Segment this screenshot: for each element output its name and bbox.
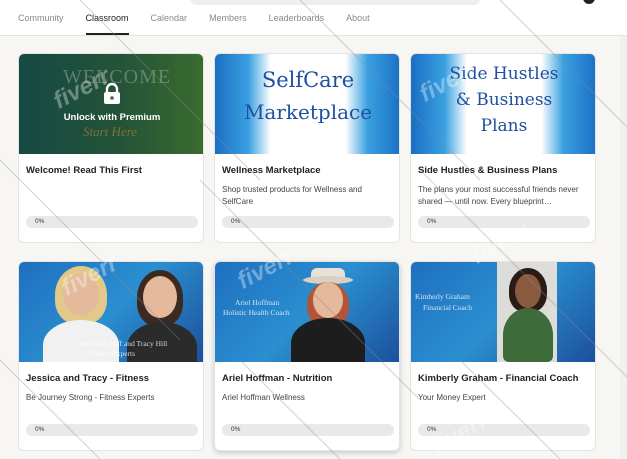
tab-leaderboards[interactable]: Leaderboards (269, 13, 325, 36)
course-card-welcome[interactable]: WELCOME Start Here Unlock with Premium W… (18, 53, 204, 243)
progress-label: 0% (35, 426, 45, 433)
course-card-ariel-hoffman[interactable]: Ariel Hoffman Holistic Health Coach Arie… (214, 261, 400, 451)
course-description: The plans your most successful friends n… (418, 185, 579, 206)
course-cover: Side Hustles & Business Plans (411, 54, 595, 154)
tab-community[interactable]: Community (18, 13, 64, 36)
progress-label: 0% (35, 218, 45, 225)
progress-bar: 0% (222, 424, 394, 436)
progress-label: 0% (427, 218, 437, 225)
person-photo (503, 308, 553, 362)
cover-caption: Financial Coach (423, 303, 472, 312)
person-photo (515, 274, 541, 308)
nav-tabs: Community Classroom Calendar Members Lea… (18, 13, 392, 36)
person-photo (63, 274, 99, 316)
course-title: Wellness Marketplace (222, 165, 321, 176)
progress-bar: 0% (26, 424, 198, 436)
course-card-wellness-marketplace[interactable]: SelfCare Marketplace Wellness Marketplac… (214, 53, 400, 243)
progress-bar: 0% (418, 424, 590, 436)
cover-title-line: Marketplace (243, 100, 373, 124)
top-navigation-bar: Community Classroom Calendar Members Lea… (0, 0, 627, 36)
tab-members[interactable]: Members (209, 13, 247, 36)
cover-title-line: SelfCare (261, 68, 355, 92)
course-title: Kimberly Graham - Financial Coach (418, 373, 579, 384)
progress-label: 0% (231, 218, 241, 225)
avatar[interactable] (583, 0, 595, 4)
course-title: Jessica and Tracy - Fitness (26, 373, 150, 384)
course-cover: Kimberly Graham Financial Coach (411, 262, 595, 362)
cover-caption: Kimberly Graham (415, 292, 470, 301)
course-title: Ariel Hoffman - Nutrition (222, 373, 333, 384)
cover-caption: Fitness Experts (89, 349, 136, 358)
course-card-kimberly-graham[interactable]: Kimberly Graham Financial Coach Kimberly… (410, 261, 596, 451)
course-description: Your Money Expert (418, 393, 486, 402)
course-title: Welcome! Read This First (26, 165, 142, 176)
course-description: Ariel Hoffman Wellness (222, 393, 305, 402)
progress-label: 0% (427, 426, 437, 433)
progress-label: 0% (231, 426, 241, 433)
tab-about[interactable]: About (346, 13, 370, 36)
person-photo (291, 318, 365, 362)
person-photo (143, 276, 177, 318)
course-card-jessica-tracy[interactable]: Jessica McNiff and Tracy Hill Fitness Ex… (18, 261, 204, 451)
progress-bar: 0% (222, 216, 394, 228)
course-cover: Ariel Hoffman Holistic Health Coach (215, 262, 399, 362)
cover-title-line: Side Hustles (449, 64, 559, 84)
page-scrollbar[interactable] (620, 36, 627, 459)
tab-classroom[interactable]: Classroom (85, 13, 129, 36)
cover-title-line: & Business (455, 90, 553, 110)
progress-bar: 0% (26, 216, 198, 228)
cover-title-line: Plans (480, 116, 528, 136)
unlock-premium-label: Unlock with Premium (63, 112, 161, 123)
course-title: Side Hustles & Business Plans (418, 165, 558, 176)
progress-bar: 0% (418, 216, 590, 228)
course-cover: WELCOME Start Here Unlock with Premium (19, 54, 203, 154)
person-photo (313, 282, 343, 318)
search-bar-fragment[interactable] (190, 0, 480, 5)
tab-calendar[interactable]: Calendar (151, 13, 188, 36)
cover-caption: Ariel Hoffman (235, 298, 280, 307)
course-cover: Jessica McNiff and Tracy Hill Fitness Ex… (19, 262, 203, 362)
cover-caption: Holistic Health Coach (223, 308, 290, 317)
course-description: Shop trusted products for Wellness and S… (222, 185, 362, 206)
lock-icon (104, 82, 120, 104)
cover-caption: Jessica McNiff and Tracy Hill (77, 339, 168, 348)
course-cover: SelfCare Marketplace (215, 54, 399, 154)
course-card-side-hustles[interactable]: Side Hustles & Business Plans Side Hustl… (410, 53, 596, 243)
course-description: Be Journey Strong - Fitness Experts (26, 393, 155, 402)
